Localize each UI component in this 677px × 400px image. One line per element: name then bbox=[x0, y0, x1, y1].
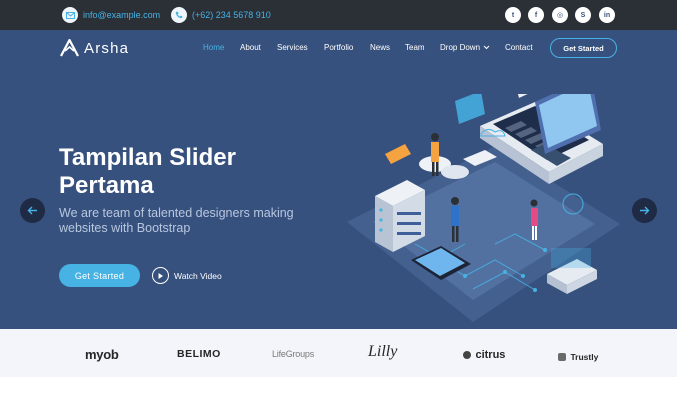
citrus-mark-icon bbox=[463, 350, 471, 359]
hero-section: Arsha Home About Services Portfolio News… bbox=[0, 30, 677, 329]
clients-strip: myob BELIMO LifeGroups Lilly citrus Trus… bbox=[0, 329, 677, 377]
facebook-icon[interactable]: f bbox=[528, 7, 544, 23]
logo-text: Arsha bbox=[84, 39, 130, 57]
envelope-icon bbox=[62, 7, 78, 23]
arrow-right-icon bbox=[640, 206, 650, 215]
instagram-icon[interactable]: ◎ bbox=[552, 7, 568, 23]
email-contact[interactable]: info@example.com bbox=[62, 7, 160, 23]
phone-contact[interactable]: (+62) 234 5678 910 bbox=[171, 7, 271, 23]
skype-icon[interactable]: S bbox=[575, 7, 591, 23]
play-icon bbox=[152, 267, 169, 284]
nav-dropdown-label: Drop Down bbox=[440, 43, 481, 52]
hero-illustration bbox=[347, 94, 620, 322]
nav-portfolio[interactable]: Portfolio bbox=[324, 43, 353, 52]
slider-next-button[interactable] bbox=[632, 198, 657, 223]
nav-services[interactable]: Services bbox=[277, 43, 308, 52]
site-logo[interactable]: Arsha bbox=[60, 39, 129, 57]
arrow-left-icon bbox=[27, 206, 37, 215]
chevron-down-icon bbox=[483, 45, 490, 50]
watch-video-link[interactable]: Watch Video bbox=[152, 267, 222, 284]
hero-get-started-button[interactable]: Get Started bbox=[59, 264, 140, 287]
nav-dropdown[interactable]: Drop Down bbox=[440, 43, 490, 52]
nav-news[interactable]: News bbox=[370, 43, 390, 52]
twitter-icon[interactable]: t bbox=[505, 7, 521, 23]
hero-subtitle: We are team of talented designers making… bbox=[59, 206, 294, 235]
slider-prev-button[interactable] bbox=[20, 198, 45, 223]
phone-icon bbox=[171, 7, 187, 23]
linkedin-icon[interactable]: in bbox=[599, 7, 615, 23]
client-logo-lilly: Lilly bbox=[368, 343, 398, 360]
client-logo-trustly: Trustly bbox=[558, 348, 598, 366]
client-logo-belimo: BELIMO bbox=[177, 348, 221, 360]
client-logo-trustly-text: Trustly bbox=[570, 351, 599, 362]
nav-about[interactable]: About bbox=[240, 43, 261, 52]
nav-home[interactable]: Home bbox=[203, 43, 224, 52]
client-logo-lifegroups: LifeGroups bbox=[272, 349, 315, 359]
client-logo-myob: myob bbox=[85, 347, 119, 362]
client-logo-citrus-text: citrus bbox=[475, 348, 506, 361]
header-get-started-button[interactable]: Get Started bbox=[550, 38, 617, 58]
phone-text[interactable]: (+62) 234 5678 910 bbox=[192, 10, 271, 20]
logo-mark-icon bbox=[60, 39, 79, 57]
email-text[interactable]: info@example.com bbox=[83, 10, 160, 20]
hero-title: Tampilan Slider Pertama bbox=[59, 144, 236, 199]
trustly-mark-icon bbox=[558, 352, 566, 361]
client-logo-citrus: citrus bbox=[463, 346, 505, 364]
nav-team[interactable]: Team bbox=[405, 43, 425, 52]
nav-contact[interactable]: Contact bbox=[505, 43, 533, 52]
watch-video-label: Watch Video bbox=[174, 270, 222, 281]
topbar: info@example.com (+62) 234 5678 910 t f … bbox=[0, 0, 677, 30]
